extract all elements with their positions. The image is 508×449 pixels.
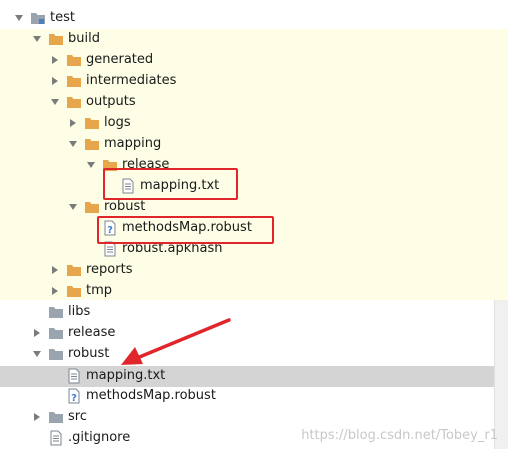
tree-node-label: release: [122, 157, 170, 172]
tree-node-label: robust.apkhash: [122, 241, 223, 256]
gray-folder-icon: [49, 328, 63, 339]
expand-arrow-down-icon[interactable]: [32, 349, 42, 359]
expand-arrow-right-icon[interactable]: [68, 118, 78, 128]
tree-node[interactable]: ? methodsMap.robust: [0, 386, 508, 407]
tree-node[interactable]: robust: [0, 197, 508, 218]
tree-node-label: reports: [86, 262, 133, 277]
module-folder-icon: [31, 13, 45, 24]
tree-node[interactable]: outputs: [0, 92, 508, 113]
folder-icon: [85, 202, 99, 213]
folder-icon: [67, 265, 81, 276]
tree-node[interactable]: mapping.txt: [0, 176, 508, 197]
tree-node-label: mapping.txt: [86, 368, 166, 383]
tree-node-label: libs: [68, 304, 91, 319]
tree-node[interactable]: mapping.txt: [0, 366, 508, 387]
unknown-file-icon: ?: [104, 220, 116, 236]
folder-icon: [67, 286, 81, 297]
tree-node-label: methodsMap.robust: [86, 388, 216, 403]
tree-node-label: generated: [86, 52, 154, 67]
svg-text:?: ?: [107, 225, 113, 236]
tree-node[interactable]: libs: [0, 302, 508, 323]
svg-text:?: ?: [71, 393, 77, 404]
text-file-icon: [68, 368, 80, 384]
folder-icon: [49, 34, 63, 45]
expand-arrow-right-icon[interactable]: [50, 265, 60, 275]
text-file-icon: [122, 178, 134, 194]
annotation-arrow: [121, 318, 231, 365]
tree-node-label: methodsMap.robust: [122, 220, 252, 235]
expand-arrow-down-icon[interactable]: [68, 139, 78, 149]
tree-node[interactable]: robust: [0, 344, 508, 365]
tree-node-label: build: [68, 31, 100, 46]
folder-icon: [85, 118, 99, 129]
gray-folder-icon: [49, 307, 63, 318]
folder-icon: [67, 76, 81, 87]
tree-node[interactable]: test: [0, 8, 508, 29]
tree-node-label: intermediates: [86, 73, 177, 88]
tree-node-label: outputs: [86, 94, 136, 109]
tree-node-label: robust: [68, 346, 110, 361]
expand-arrow-right-icon[interactable]: [32, 328, 42, 338]
watermark-text: https://blog.csdn.net/Tobey_r1: [301, 428, 498, 443]
tree-node-label: .gitignore: [68, 430, 131, 445]
expand-arrow-down-icon[interactable]: [86, 160, 96, 170]
tree-node[interactable]: generated: [0, 50, 508, 71]
expand-arrow-right-icon[interactable]: [50, 55, 60, 65]
tree-node[interactable]: ? methodsMap.robust: [0, 218, 508, 239]
text-file-icon: [104, 241, 116, 257]
gray-folder-icon: [49, 412, 63, 423]
tree-node-label: test: [50, 10, 75, 25]
expand-arrow-down-icon[interactable]: [50, 97, 60, 107]
vertical-scrollbar[interactable]: [494, 300, 508, 449]
expand-arrow-down-icon[interactable]: [32, 34, 42, 44]
tree-node[interactable]: robust.apkhash: [0, 239, 508, 260]
tree-node[interactable]: release: [0, 155, 508, 176]
tree-node-label: logs: [104, 115, 131, 130]
folder-icon: [103, 160, 117, 171]
unknown-file-icon: ?: [68, 388, 80, 404]
tree-node[interactable]: intermediates: [0, 71, 508, 92]
tree-node-label: mapping: [104, 136, 162, 151]
project-tree[interactable]: test build generated intermediates outputs lo…: [0, 0, 508, 449]
tree-node-label: src: [68, 409, 87, 424]
tree-node[interactable]: build: [0, 29, 508, 50]
folder-icon: [85, 139, 99, 150]
tree-node-label: tmp: [86, 283, 113, 298]
expand-arrow-down-icon[interactable]: [14, 13, 24, 23]
tree-node[interactable]: logs: [0, 113, 508, 134]
folder-icon: [67, 97, 81, 108]
tree-node-label: release: [68, 325, 116, 340]
expand-arrow-right-icon[interactable]: [32, 412, 42, 422]
tree-node[interactable]: src: [0, 407, 508, 428]
tree-node-label: mapping.txt: [140, 178, 220, 193]
gray-folder-icon: [49, 349, 63, 360]
text-file-icon: [50, 430, 62, 446]
folder-icon: [67, 55, 81, 66]
expand-arrow-right-icon[interactable]: [50, 286, 60, 296]
tree-node-label: robust: [104, 199, 146, 214]
tree-node[interactable]: reports: [0, 260, 508, 281]
tree-node[interactable]: mapping: [0, 134, 508, 155]
expand-arrow-down-icon[interactable]: [68, 202, 78, 212]
expand-arrow-right-icon[interactable]: [50, 76, 60, 86]
tree-node[interactable]: release: [0, 323, 508, 344]
tree-node[interactable]: tmp: [0, 281, 508, 302]
